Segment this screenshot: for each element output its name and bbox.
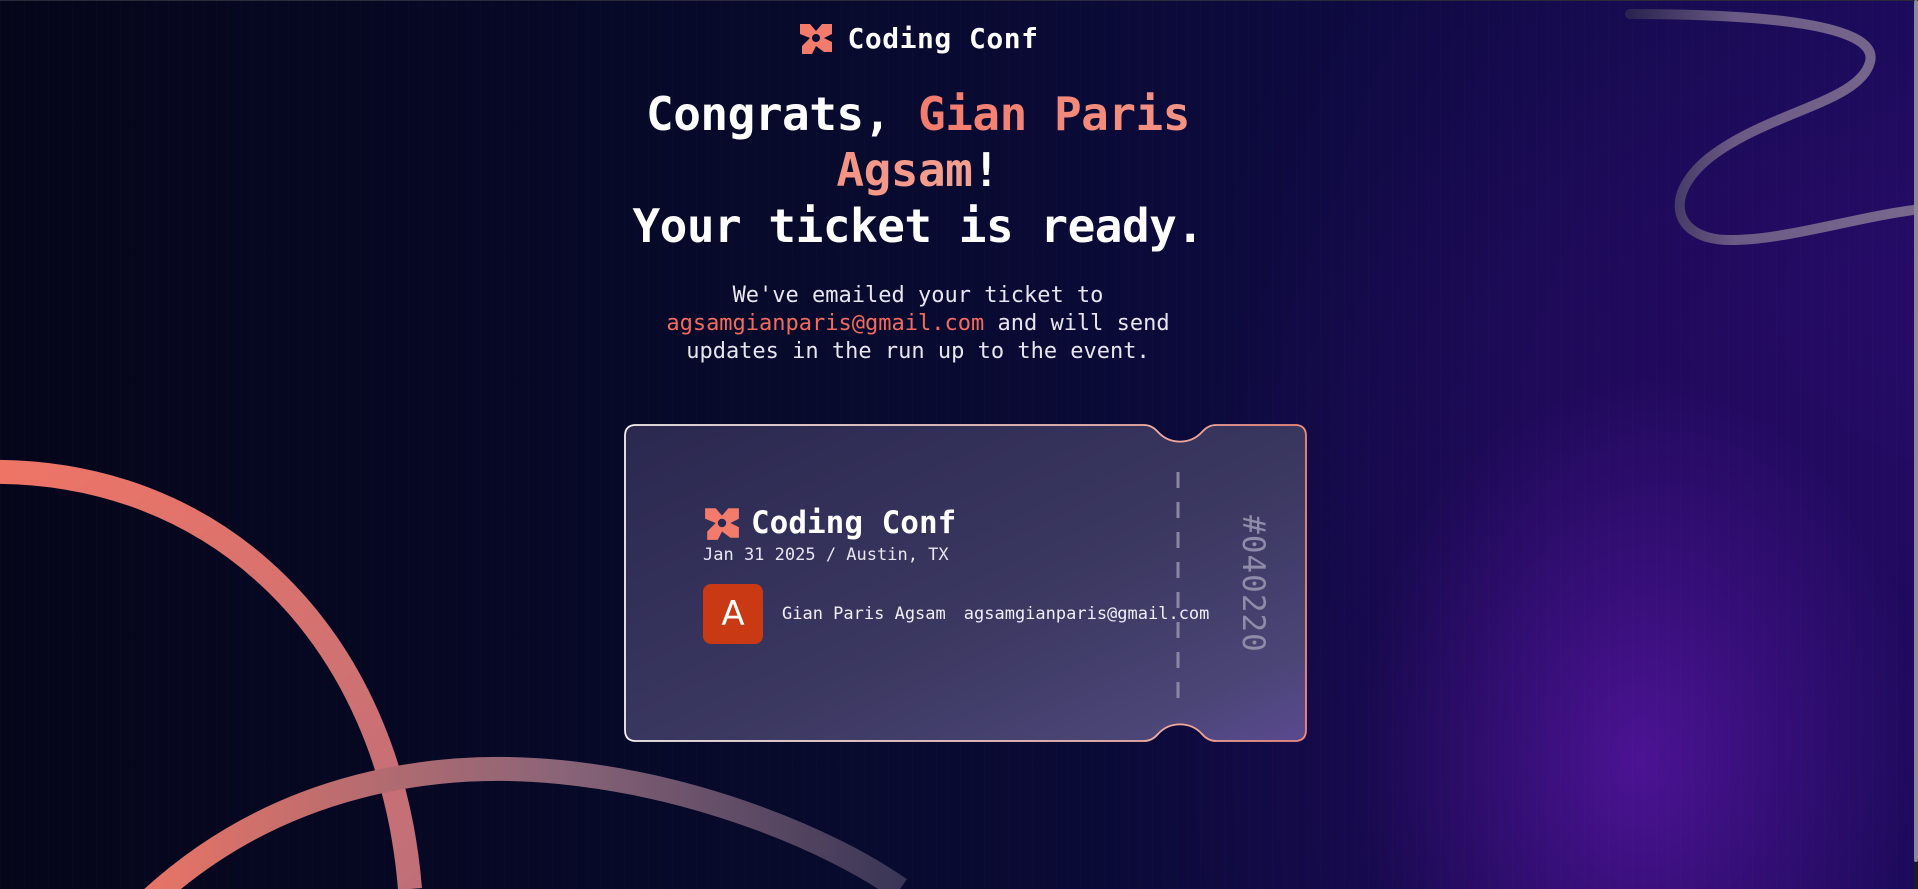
site-header: Coding Conf — [0, 20, 1836, 56]
title-ticket-ready: Your ticket is ready. — [632, 199, 1204, 253]
title-exclaim: ! — [972, 143, 1000, 197]
coding-conf-logo-icon — [799, 24, 832, 54]
decorative-arc-left — [0, 459, 422, 889]
confirmation-message: We've emailed your ticket to agsamgianpa… — [618, 282, 1218, 366]
ticket-brand: Coding Conf — [703, 504, 956, 542]
attendee-email: agsamgianparis@gmail.com — [963, 604, 1210, 624]
ticket-number-text: #040220 — [1235, 515, 1271, 653]
scrollbar-thumb[interactable] — [1914, 0, 1918, 862]
attendee-name: Gian Paris Agsam — [782, 604, 946, 624]
ticket-date-location: Jan 31 2025 / Austin, TX — [703, 545, 949, 565]
page-title: Congrats, Gian Paris Agsam! Your ticket … — [618, 86, 1218, 254]
site-brand-name[interactable]: Coding Conf — [848, 22, 1039, 55]
attendee-info: Gian Paris Agsam agsamgianparis@gmail.co… — [782, 604, 1209, 624]
title-congrats: Congrats, — [646, 87, 918, 141]
decorative-arc-bottom — [144, 757, 907, 889]
message-before-email: We've emailed your ticket to — [732, 283, 1104, 308]
conference-ticket: Coding Conf Jan 31 2025 / Austin, TX A G… — [624, 424, 1307, 742]
avatar-initial: A — [721, 594, 745, 634]
avatar: A — [703, 584, 763, 644]
ticket-number: #040220 — [1223, 514, 1283, 654]
ticket-brand-name: Coding Conf — [751, 505, 957, 541]
ticket-shape — [624, 424, 1307, 742]
message-email: agsamgianparis@gmail.com — [666, 311, 985, 336]
window-top-border — [0, 0, 1918, 1]
ticket-logo-icon — [705, 508, 739, 540]
